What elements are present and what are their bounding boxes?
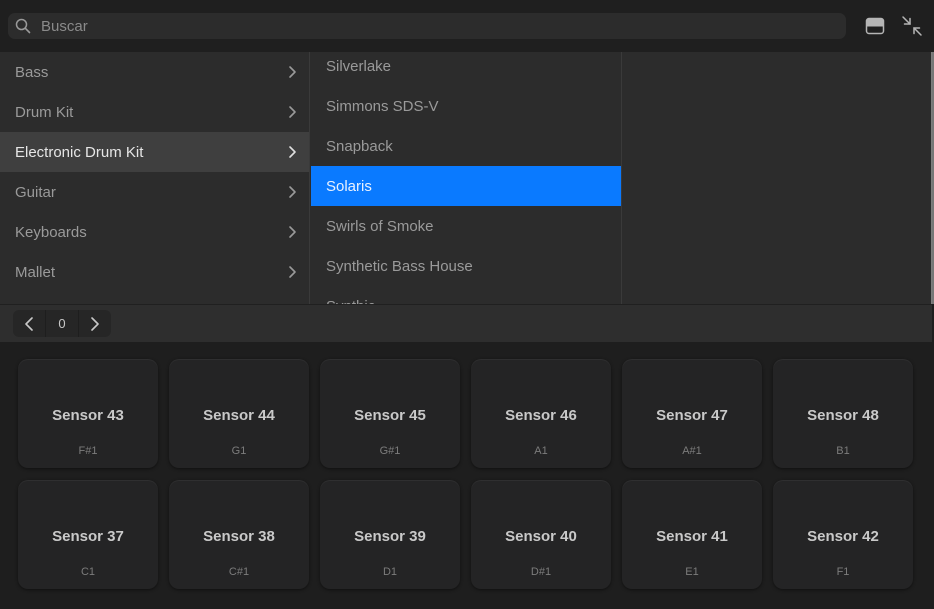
pad-name: Sensor 44 — [203, 407, 275, 424]
drum-pad[interactable]: Sensor 48 B1 — [773, 359, 913, 468]
chevron-right-icon — [289, 266, 296, 278]
pad-note: G#1 — [379, 445, 401, 457]
patch-item[interactable]: Synthic — [311, 286, 621, 305]
top-bar — [0, 0, 934, 52]
patch-item[interactable]: Simmons SDS-V — [311, 86, 621, 126]
pad-name: Sensor 48 — [807, 407, 879, 424]
pad-note: E1 — [685, 566, 699, 578]
pad-note: D1 — [382, 566, 398, 578]
category-item[interactable]: Drum Kit — [0, 92, 309, 132]
pad-note: F1 — [836, 566, 850, 578]
collapse-arrows-icon — [902, 16, 922, 36]
pad-note: B1 — [836, 445, 850, 457]
patch-label: Simmons SDS-V — [326, 97, 439, 115]
patch-label: Solaris — [326, 177, 372, 195]
chevron-right-icon — [91, 316, 99, 331]
category-column: Bass Drum Kit Electronic Drum Kit Guitar Key… — [0, 52, 310, 304]
patch-label: Swirls of Smoke — [326, 217, 434, 235]
patch-item[interactable]: Solaris — [311, 166, 621, 206]
bank-number: 0 — [45, 310, 79, 337]
pad-note: F#1 — [78, 445, 98, 457]
drum-pad[interactable]: Sensor 41 E1 — [622, 480, 762, 589]
pad-name: Sensor 47 — [656, 407, 728, 424]
pad-name: Sensor 40 — [505, 528, 577, 545]
pad-name: Sensor 39 — [354, 528, 426, 545]
pad-note: C1 — [80, 566, 96, 578]
chevron-right-icon — [289, 226, 296, 238]
category-item[interactable]: Electronic Drum Kit — [0, 132, 309, 172]
drum-pad[interactable]: Sensor 43 F#1 — [18, 359, 158, 468]
pad-note: G1 — [231, 445, 247, 457]
pad-name: Sensor 38 — [203, 528, 275, 545]
category-label: Drum Kit — [15, 103, 74, 121]
category-label: Keyboards — [15, 223, 87, 241]
patch-item[interactable]: Synthetic Bass House — [311, 246, 621, 286]
pad-name: Sensor 41 — [656, 528, 728, 545]
pad-note: C#1 — [228, 566, 250, 578]
category-label: Bass — [15, 63, 49, 81]
patch-item[interactable]: Snapback — [311, 126, 621, 166]
drum-pad[interactable]: Sensor 47 A#1 — [622, 359, 762, 468]
drum-pad[interactable]: Sensor 42 F1 — [773, 480, 913, 589]
category-label: Electronic Drum Kit — [15, 143, 144, 161]
single-pane-layout-icon — [865, 17, 885, 35]
drum-pad-grid: Sensor 43 F#1 Sensor 44 G1 Sensor 45 G#1 Senso… — [0, 342, 934, 609]
drum-pad[interactable]: Sensor 39 D1 — [320, 480, 460, 589]
category-label: Mallet — [15, 263, 56, 281]
patch-item[interactable]: Silverlake — [311, 52, 621, 86]
patch-browser: Bass Drum Kit Electronic Drum Kit Guitar Key… — [0, 52, 932, 304]
pager-bar: 0 — [0, 304, 932, 342]
pad-name: Sensor 46 — [505, 407, 577, 424]
pad-name: Sensor 43 — [52, 407, 124, 424]
chevron-right-icon — [289, 106, 296, 118]
patch-column[interactable]: Silverlake Simmons SDS-V Snapback Solaris Sw… — [311, 52, 622, 304]
drum-pad[interactable]: Sensor 45 G#1 — [320, 359, 460, 468]
pad-name: Sensor 42 — [807, 528, 879, 545]
category-item[interactable]: Guitar — [0, 172, 309, 212]
chevron-right-icon — [289, 186, 296, 198]
category-label: Guitar — [15, 183, 56, 201]
pad-name: Sensor 45 — [354, 407, 426, 424]
layout-toggle-button[interactable] — [864, 14, 886, 38]
category-item[interactable]: Mallet — [0, 252, 309, 292]
drum-pad[interactable]: Sensor 44 G1 — [169, 359, 309, 468]
bank-pager: 0 — [13, 310, 111, 337]
patch-item[interactable]: Swirls of Smoke — [311, 206, 621, 246]
pad-note: A#1 — [682, 445, 702, 457]
chevron-left-icon — [25, 316, 33, 331]
drum-pad[interactable]: Sensor 38 C#1 — [169, 480, 309, 589]
next-bank-button[interactable] — [79, 310, 111, 337]
chevron-right-icon — [289, 66, 296, 78]
pad-note: D#1 — [530, 566, 552, 578]
search-input[interactable] — [41, 17, 821, 35]
search-field[interactable] — [8, 13, 846, 39]
patch-label: Silverlake — [326, 57, 392, 75]
collapse-button[interactable] — [901, 14, 923, 38]
patch-label: Synthetic Bass House — [326, 257, 473, 275]
pad-note: A1 — [534, 445, 548, 457]
drum-pad[interactable]: Sensor 46 A1 — [471, 359, 611, 468]
search-icon — [15, 18, 31, 34]
category-item[interactable]: Bass — [0, 52, 309, 92]
category-item[interactable]: Keyboards — [0, 212, 309, 252]
detail-column — [623, 52, 932, 304]
pad-name: Sensor 37 — [52, 528, 124, 545]
drum-pad[interactable]: Sensor 40 D#1 — [471, 480, 611, 589]
chevron-right-icon — [289, 146, 296, 158]
patch-label: Snapback — [326, 137, 393, 155]
drum-pad[interactable]: Sensor 37 C1 — [18, 480, 158, 589]
previous-bank-button[interactable] — [13, 310, 45, 337]
